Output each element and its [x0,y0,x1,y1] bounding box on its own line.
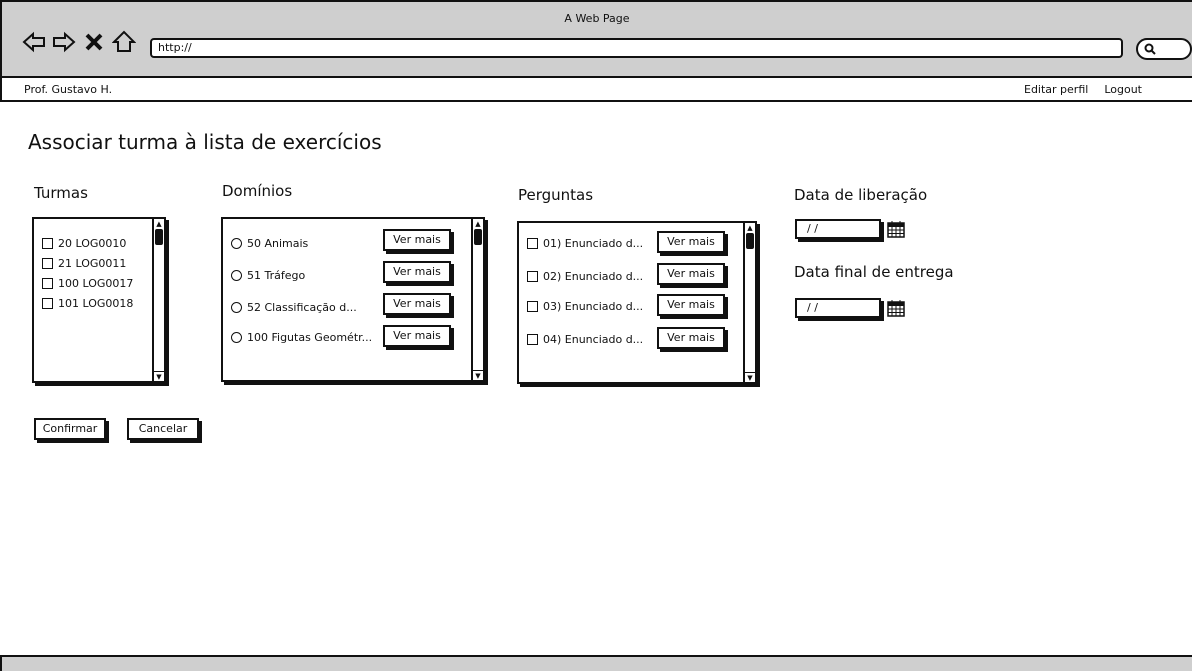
scrollbar[interactable]: ▲ ▼ [471,219,483,380]
home-icon[interactable] [111,30,137,59]
scroll-down-icon[interactable]: ▼ [745,372,755,382]
dominio-item[interactable]: 52 Classificação d... [231,301,357,314]
radio-button[interactable] [231,270,242,281]
scroll-thumb[interactable] [474,229,482,245]
turmas-list[interactable]: 20 LOG0010 21 LOG0011 100 LOG0017 101 LO… [32,217,166,383]
calendar-icon[interactable] [887,220,905,238]
checkbox[interactable] [42,238,53,249]
dominio-label: 51 Tráfego [247,269,306,282]
pergunta-item[interactable]: 04) Enunciado d... [527,333,643,346]
ver-mais-button[interactable]: Ver mais [657,231,725,253]
checkbox[interactable] [42,298,53,309]
pergunta-label: 04) Enunciado d... [543,333,644,346]
user-bar: Prof. Gustavo H. Editar perfil Logout [0,78,1192,102]
turma-item[interactable]: 20 LOG0010 [42,237,126,250]
perguntas-label: Perguntas [518,186,594,204]
ver-mais-button[interactable]: Ver mais [383,325,451,347]
scroll-thumb[interactable] [155,229,163,245]
scroll-down-icon[interactable]: ▼ [154,371,164,381]
turma-item[interactable]: 101 LOG0018 [42,297,133,310]
ver-mais-button[interactable]: Ver mais [383,293,451,315]
scroll-up-icon[interactable]: ▲ [154,219,164,229]
turma-label: 21 LOG0011 [58,257,127,270]
ver-mais-button[interactable]: Ver mais [657,263,725,285]
search-button[interactable] [1136,38,1192,60]
dominio-item[interactable]: 50 Animais [231,237,308,250]
edit-profile-link[interactable]: Editar perfil [1024,83,1088,96]
turma-item[interactable]: 21 LOG0011 [42,257,126,270]
checkbox[interactable] [527,301,538,312]
turma-label: 101 LOG0018 [58,297,134,310]
dominio-item[interactable]: 100 Figutas Geométr... [231,331,372,344]
dominio-label: 100 Figutas Geométr... [247,331,373,344]
cancel-button[interactable]: Cancelar [127,418,199,440]
turmas-label: Turmas [34,184,88,202]
turma-label: 20 LOG0010 [58,237,127,250]
turma-item[interactable]: 100 LOG0017 [42,277,133,290]
checkbox[interactable] [42,278,53,289]
checkbox[interactable] [527,271,538,282]
radio-button[interactable] [231,332,242,343]
logout-link[interactable]: Logout [1104,83,1142,96]
turma-label: 100 LOG0017 [58,277,134,290]
dominio-label: 50 Animais [247,237,309,250]
search-icon [1144,41,1156,56]
perguntas-list[interactable]: 01) Enunciado d... Ver mais 02) Enunciad… [517,221,757,384]
checkbox[interactable] [42,258,53,269]
ver-mais-button[interactable]: Ver mais [383,261,451,283]
pergunta-item[interactable]: 02) Enunciado d... [527,270,643,283]
window-title: A Web Page [564,12,630,25]
pergunta-label: 03) Enunciado d... [543,300,644,313]
dominio-item[interactable]: 51 Tráfego [231,269,305,282]
ver-mais-button[interactable]: Ver mais [383,229,451,251]
forward-icon[interactable] [52,30,76,59]
user-links: Editar perfil Logout [1024,83,1142,96]
radio-button[interactable] [231,302,242,313]
back-icon[interactable] [22,30,46,59]
dominios-label: Domínios [222,182,293,200]
pergunta-item[interactable]: 03) Enunciado d... [527,300,643,313]
confirm-button[interactable]: Confirmar [34,418,106,440]
user-name: Prof. Gustavo H. [24,83,113,96]
close-icon[interactable] [82,30,106,59]
checkbox[interactable] [527,238,538,249]
pergunta-label: 01) Enunciado d... [543,237,644,250]
release-date-input[interactable]: / / [795,219,881,239]
page-title: Associar turma à lista de exercícios [28,130,382,154]
browser-chrome: A Web Page http:// [0,0,1192,78]
dominio-label: 52 Classificação d... [247,301,357,314]
pergunta-item[interactable]: 01) Enunciado d... [527,237,643,250]
scroll-up-icon[interactable]: ▲ [473,219,483,229]
scroll-thumb[interactable] [746,233,754,249]
ver-mais-button[interactable]: Ver mais [657,294,725,316]
release-date-label: Data de liberação [794,186,928,204]
calendar-icon[interactable] [887,299,905,317]
scroll-up-icon[interactable]: ▲ [745,223,755,233]
status-bar [0,655,1192,671]
scroll-down-icon[interactable]: ▼ [473,370,483,380]
final-date-label: Data final de entrega [794,263,954,281]
scrollbar[interactable]: ▲ ▼ [152,219,164,381]
final-date-input[interactable]: / / [795,298,881,318]
scrollbar[interactable]: ▲ ▼ [743,223,755,382]
radio-button[interactable] [231,238,242,249]
url-input[interactable]: http:// [150,38,1123,58]
checkbox[interactable] [527,334,538,345]
nav-icons [22,30,137,59]
ver-mais-button[interactable]: Ver mais [657,327,725,349]
pergunta-label: 02) Enunciado d... [543,270,644,283]
dominios-list[interactable]: 50 Animais Ver mais 51 Tráfego Ver mais … [221,217,485,382]
